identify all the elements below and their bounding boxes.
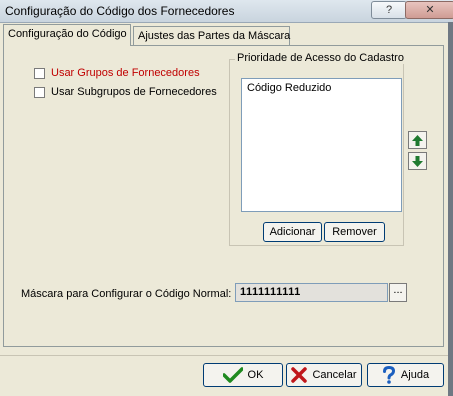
cancel-x-icon xyxy=(291,367,308,383)
move-up-button[interactable] xyxy=(408,131,427,149)
priority-list[interactable]: Código Reduzido xyxy=(241,78,402,212)
mask-browse-button[interactable]: ... xyxy=(389,283,407,302)
cancel-label: Cancelar xyxy=(312,369,357,381)
help-icon: ? xyxy=(385,4,393,16)
tab-label: Ajustes das Partes da Máscara xyxy=(138,30,291,42)
ellipsis-label: ... xyxy=(393,284,403,296)
use-groups-label: Usar Grupos de Fornecedores xyxy=(51,67,200,79)
use-subgroups-checkbox[interactable] xyxy=(34,86,45,98)
arrow-up-icon xyxy=(412,134,423,146)
add-button-label: Adicionar xyxy=(269,226,316,238)
mask-label: Máscara para Configurar o Código Normal: xyxy=(21,288,232,300)
move-down-button[interactable] xyxy=(408,152,427,170)
dialog-window: Configuração do Código dos Fornecedores … xyxy=(0,0,453,396)
list-item[interactable]: Código Reduzido xyxy=(247,82,331,94)
ok-label: OK xyxy=(247,369,264,381)
title-bar: Configuração do Código dos Fornecedores … xyxy=(0,0,453,23)
title-help-button[interactable]: ? xyxy=(371,1,407,19)
help-label: Ajuda xyxy=(400,369,430,381)
window-title: Configuração do Código dos Fornecedores xyxy=(5,4,235,18)
use-groups-option[interactable]: Usar Grupos de Fornecedores xyxy=(34,66,200,80)
arrow-down-icon xyxy=(412,155,423,167)
priority-group: Prioridade de Acesso do Cadastro Código … xyxy=(229,52,406,246)
checkmark-icon xyxy=(222,367,243,383)
footer-separator xyxy=(0,355,453,356)
priority-group-label: Prioridade de Acesso do Cadastro xyxy=(235,52,406,64)
use-subgroups-label: Usar Subgrupos de Fornecedores xyxy=(51,86,217,98)
remove-button-label: Remover xyxy=(332,226,377,238)
window-edge xyxy=(448,22,453,396)
tab-configuracao-codigo[interactable]: Configuração do Código xyxy=(3,24,131,46)
add-button[interactable]: Adicionar xyxy=(263,222,322,242)
mask-field[interactable]: 1111111111 xyxy=(235,283,388,302)
ok-button[interactable]: OK xyxy=(203,363,283,387)
tab-ajustes-mascara[interactable]: Ajustes das Partes da Máscara xyxy=(133,26,290,45)
tab-label: Configuração do Código xyxy=(8,28,127,40)
help-button[interactable]: Ajuda xyxy=(367,363,444,387)
use-groups-checkbox[interactable] xyxy=(34,67,45,79)
use-subgroups-option[interactable]: Usar Subgrupos de Fornecedores xyxy=(34,85,217,99)
remove-button[interactable]: Remover xyxy=(324,222,385,242)
close-icon: ✕ xyxy=(425,4,435,16)
cancel-button[interactable]: Cancelar xyxy=(286,363,362,387)
title-close-button[interactable]: ✕ xyxy=(405,1,453,19)
question-mark-icon xyxy=(382,366,395,384)
